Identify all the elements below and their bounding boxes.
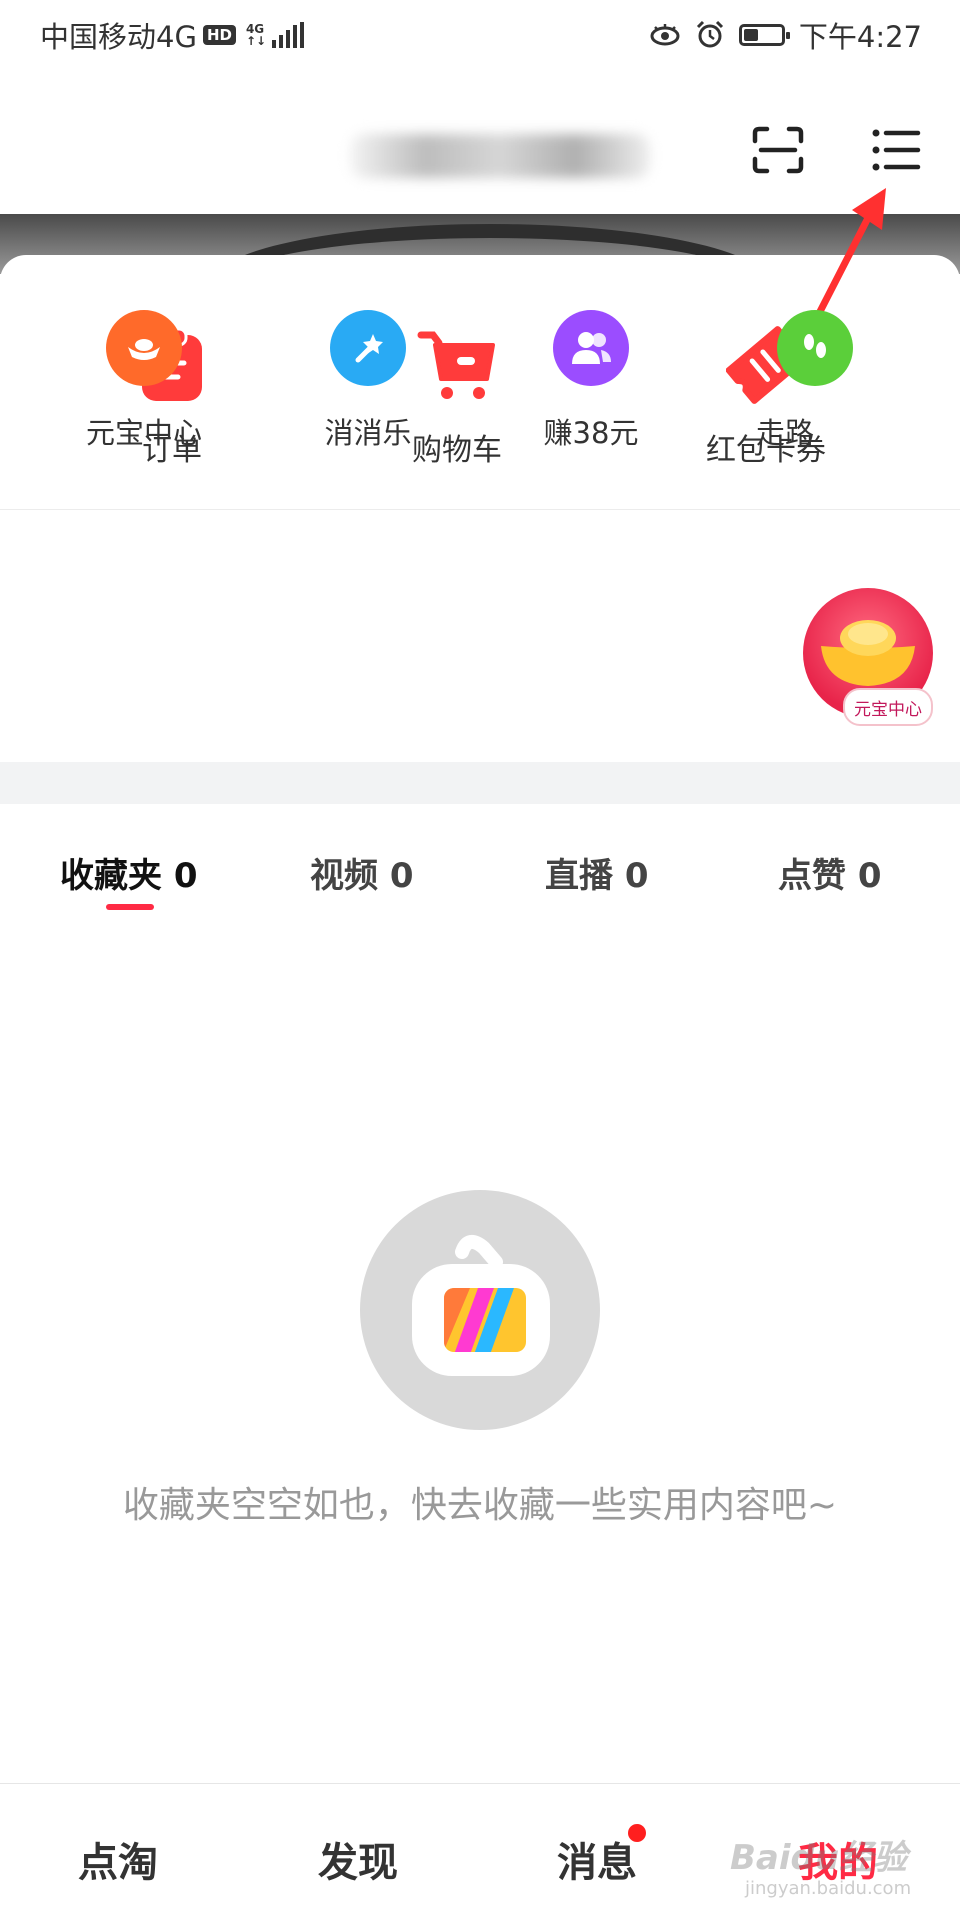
blurred-username xyxy=(350,134,650,178)
tab-live[interactable]: 直播 0 xyxy=(545,848,649,897)
users-icon xyxy=(553,310,629,386)
scan-button[interactable] xyxy=(748,120,808,180)
network-type: 4G ↑↓ xyxy=(245,22,267,48)
tool-label: 消消乐 xyxy=(324,416,412,450)
tool-label: 元宝中心 xyxy=(85,416,202,450)
tool-label: 走路 xyxy=(755,416,814,450)
magic-wand-icon xyxy=(330,310,406,386)
message-badge-dot xyxy=(628,1824,646,1842)
tab-likes[interactable]: 点赞 0 xyxy=(778,848,882,897)
carrier-label: 中国移动4G xyxy=(40,20,197,54)
menu-icon xyxy=(872,129,921,171)
tv-empty-icon xyxy=(412,1235,550,1376)
watermark: Baidu经验 xyxy=(730,1838,908,1878)
scan-icon xyxy=(752,126,804,174)
ingot-icon xyxy=(106,310,182,386)
empty-state-illustration xyxy=(360,1190,600,1430)
tool-label: 赚38元 xyxy=(543,416,639,450)
alarm-icon xyxy=(696,20,723,48)
tool-match-game[interactable]: 消消乐 xyxy=(268,310,468,452)
tab-favorites[interactable]: 收藏夹 0 xyxy=(60,848,198,897)
footprint-icon xyxy=(777,310,853,386)
menu-button[interactable] xyxy=(866,120,926,180)
eye-icon xyxy=(650,24,680,46)
nav-diantao[interactable]: 点淘 xyxy=(78,1830,158,1888)
signal-icon xyxy=(272,22,305,48)
tool-ingot-center[interactable]: 元宝中心 xyxy=(44,310,244,452)
content-tabs: 收藏夹 0 视频 0 直播 0 点赞 0 xyxy=(0,804,960,914)
active-tab-indicator xyxy=(106,904,154,910)
section-divider xyxy=(0,762,960,804)
watermark-url: jingyan.baidu.com xyxy=(745,1878,912,1899)
nav-messages[interactable]: 消息 xyxy=(557,1830,637,1888)
clock: 下午4:27 xyxy=(798,20,922,54)
status-bar: 中国移动4G HD 4G ↑↓ 下午4:27 xyxy=(0,0,960,64)
battery-icon xyxy=(738,24,790,46)
floating-badge-label: 元宝中心 xyxy=(843,688,933,726)
empty-state-message: 收藏夹空空如也，快去收藏一些实用内容吧~ xyxy=(122,1485,838,1526)
tab-videos[interactable]: 视频 0 xyxy=(310,848,414,897)
tool-earn[interactable]: 赚38元 xyxy=(491,310,691,452)
hd-badge: HD xyxy=(202,25,236,45)
nav-discover[interactable]: 发现 xyxy=(318,1830,398,1888)
tool-walk[interactable]: 走路 xyxy=(715,310,915,452)
